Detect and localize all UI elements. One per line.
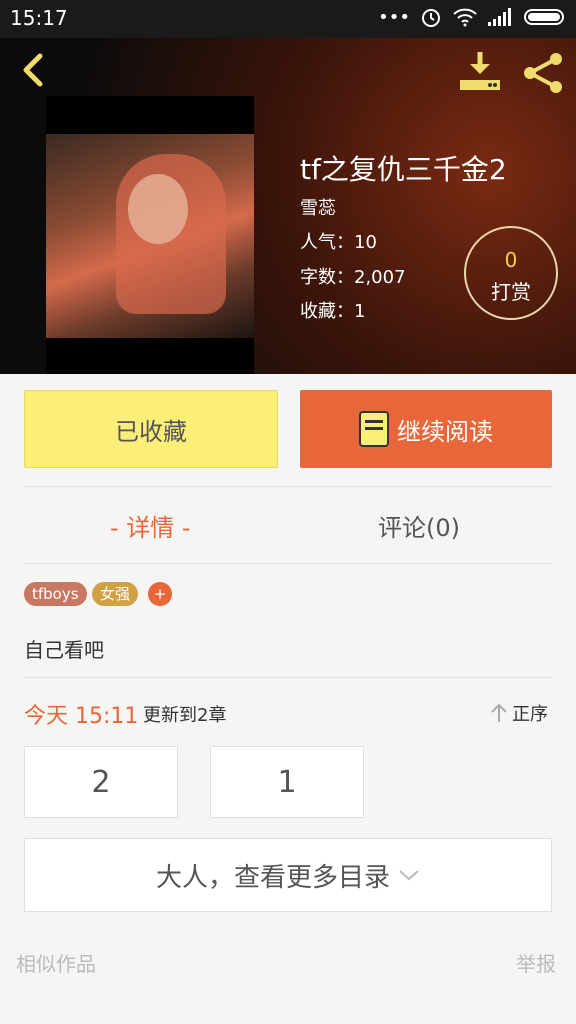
reward-count: 0: [504, 248, 518, 272]
book-popularity: 人气：10: [300, 232, 377, 253]
tag-tfboys[interactable]: tfboys: [24, 582, 87, 606]
sort-label: 正序: [512, 704, 548, 725]
continue-reading-button[interactable]: 继续阅读: [300, 390, 552, 468]
similar-works-label: 相似作品: [16, 952, 96, 976]
update-time: 今天 15:11: [24, 704, 139, 729]
chapter-item[interactable]: 1: [210, 746, 364, 818]
book-favorites: 收藏：1: [300, 301, 366, 322]
book-word-count: 字数：2,007: [300, 267, 406, 288]
battery-icon: [524, 9, 564, 25]
signal-icon: [488, 8, 511, 26]
divider: [24, 677, 552, 678]
arrow-up-icon: [491, 703, 507, 722]
report-button[interactable]: 举报: [516, 948, 556, 977]
book-header: tf之复仇三千金2 雪蕊 人气：10 字数：2,007 收藏：1 0 打赏: [0, 38, 576, 374]
tag-nvqiang[interactable]: 女强: [92, 582, 139, 606]
reward-label: 打赏: [491, 280, 531, 304]
reward-button[interactable]: 0 打赏: [464, 226, 558, 320]
book-icon: [359, 411, 389, 447]
book-cover[interactable]: [46, 96, 254, 374]
book-title: tf之复仇三千金2: [300, 153, 507, 186]
alarm-icon: [422, 9, 440, 27]
status-time: 15:17: [10, 6, 68, 30]
status-bar: 15:17 •••: [0, 0, 576, 38]
divider: [24, 486, 552, 487]
more-catalog-button[interactable]: 大人，查看更多目录: [24, 838, 552, 912]
add-tag-button[interactable]: +: [148, 582, 172, 606]
more-catalog-label: 大人，查看更多目录: [155, 862, 390, 893]
tab-detail[interactable]: - 详情 -: [110, 508, 191, 543]
chevron-down-icon: [399, 870, 419, 881]
continue-reading-label: 继续阅读: [397, 417, 493, 446]
book-description: 自己看吧: [24, 638, 104, 662]
favorited-button[interactable]: 已收藏: [24, 390, 278, 468]
more-dots-icon: •••: [378, 6, 410, 28]
share-icon[interactable]: [520, 50, 566, 96]
download-icon[interactable]: [458, 50, 502, 94]
cover-image: [46, 134, 254, 338]
wifi-icon: [453, 8, 477, 27]
update-text: 更新到2章: [143, 705, 227, 726]
sort-toggle[interactable]: 正序: [490, 700, 548, 726]
divider: [24, 563, 552, 564]
book-author[interactable]: 雪蕊: [300, 194, 336, 220]
favorited-label: 已收藏: [115, 417, 187, 446]
tab-comments[interactable]: 评论(0): [378, 508, 460, 543]
cover-face: [128, 174, 188, 244]
chapter-item[interactable]: 2: [24, 746, 178, 818]
back-icon[interactable]: [14, 50, 54, 90]
status-icons: •••: [378, 6, 564, 28]
